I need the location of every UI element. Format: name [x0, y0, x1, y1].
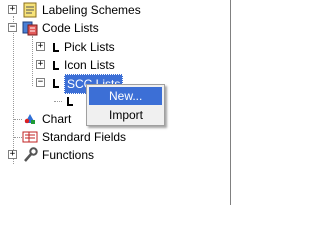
tree-item-label: Chart: [42, 112, 72, 126]
tree-item-icon-lists[interactable]: + Icon Lists: [36, 56, 216, 74]
tree-item-label: Labeling Schemes: [42, 3, 141, 17]
chart-icon: [22, 111, 38, 127]
tree-item-chart[interactable]: Chart: [8, 110, 88, 128]
expand-icon[interactable]: +: [8, 150, 17, 159]
menu-item-import[interactable]: Import: [89, 106, 162, 124]
tree-line: [54, 101, 62, 102]
expand-icon[interactable]: +: [36, 42, 45, 51]
tree-item-code-lists[interactable]: − Code Lists: [8, 19, 208, 37]
labeling-schemes-icon: [22, 2, 38, 18]
tree-item-functions[interactable]: + Functions: [8, 146, 208, 164]
list-icon: [64, 93, 80, 109]
tree-line: [14, 119, 22, 120]
tree-line: [32, 36, 33, 86]
tree-item-label: Functions: [42, 148, 95, 162]
tree-item-pick-lists[interactable]: + Pick Lists: [36, 38, 216, 56]
code-lists-icon: [22, 20, 38, 36]
tree-item-label: Icon Lists: [64, 58, 115, 72]
tree-item-label: Pick Lists: [64, 40, 115, 54]
menu-item-new[interactable]: New...: [89, 87, 162, 105]
tree-line: [14, 137, 22, 138]
collapse-icon[interactable]: −: [8, 23, 17, 32]
collapse-icon[interactable]: −: [36, 78, 45, 87]
expand-icon[interactable]: +: [36, 60, 45, 69]
expand-icon[interactable]: +: [8, 5, 17, 14]
wrench-icon: [22, 147, 38, 163]
standard-fields-icon: [22, 129, 38, 145]
context-menu: New... Import: [86, 84, 165, 126]
tree-item-labeling-schemes[interactable]: + Labeling Schemes: [8, 1, 208, 19]
tree-item-standard-fields[interactable]: Standard Fields: [8, 128, 208, 146]
tree-item-label: Code Lists: [42, 21, 99, 35]
tree-item-label: Standard Fields: [42, 130, 127, 144]
